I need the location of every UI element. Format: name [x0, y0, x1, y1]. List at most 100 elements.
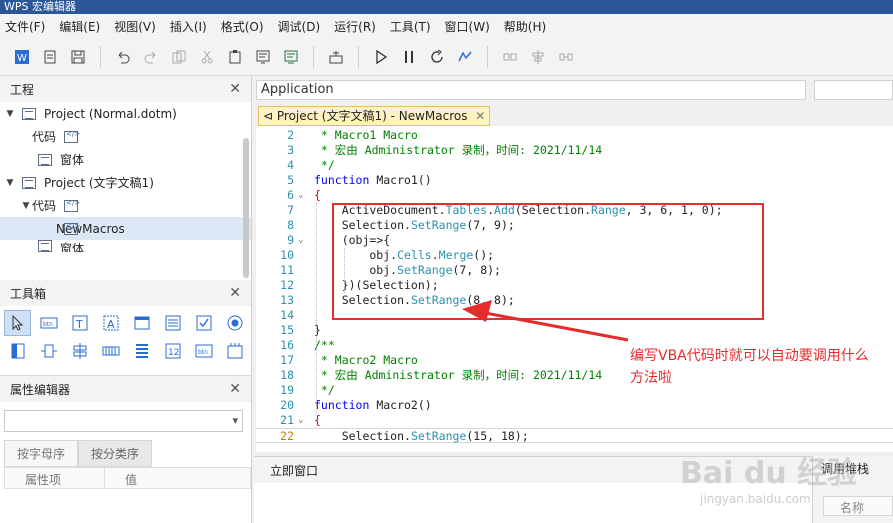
distribute-icon[interactable]	[556, 47, 576, 67]
menu-bar: 文件(F) 编辑(E) 视图(V) 插入(I) 格式(O) 调试(D) 运行(R…	[0, 14, 893, 38]
toggle-tool-icon[interactable]	[4, 338, 31, 364]
menu-view[interactable]: 视图(V)	[109, 18, 165, 35]
code-line[interactable]: 22 Selection.SetRange(15, 18);	[256, 428, 893, 443]
replace-icon[interactable]	[281, 47, 301, 67]
menu-edit[interactable]: 编辑(E)	[54, 18, 109, 35]
label-tool-icon[interactable]: T	[66, 310, 93, 336]
tree-item-label: 代码	[32, 199, 57, 213]
save-icon[interactable]	[68, 47, 88, 67]
insert-module-icon[interactable]	[40, 47, 60, 67]
align-icon[interactable]	[500, 47, 520, 67]
expand-arrow-icon[interactable]: ▼	[4, 178, 16, 188]
checkbox-tool-icon[interactable]	[190, 310, 217, 336]
redo-icon[interactable]	[141, 47, 161, 67]
code-line[interactable]: 21 ⌄ {	[256, 413, 893, 428]
line-number: 10	[280, 248, 294, 262]
menu-file[interactable]: 文件(F)	[0, 18, 54, 35]
code-line[interactable]: 4 */	[256, 158, 893, 173]
textbox-tool-icon[interactable]: A	[97, 310, 124, 336]
line-number: 22	[280, 429, 294, 443]
svg-text:btn: btn	[43, 321, 53, 328]
combobox-tool-icon[interactable]	[159, 310, 186, 336]
properties-table-header: 属性项 值	[4, 467, 251, 489]
pointer-tool-icon[interactable]	[4, 310, 31, 336]
tab-alphabetic[interactable]: 按字母序	[4, 440, 79, 467]
tree-item-form[interactable]: 窗体	[0, 148, 251, 171]
expand-arrow-icon[interactable]: ▼	[20, 201, 32, 211]
code-line[interactable]: 3 * 宏由 Administrator 录制，时间: 2021/11/14	[256, 143, 893, 158]
fold-toggle-icon[interactable]: ⌄	[298, 413, 303, 428]
tree-scrollbar[interactable]	[243, 138, 249, 278]
spinbutton-tool-icon[interactable]	[66, 338, 93, 364]
line-number: 20	[280, 398, 294, 412]
center-icon[interactable]	[528, 47, 548, 67]
code-line[interactable]: 2 * Macro1 Macro	[256, 128, 893, 143]
code-text: * Macro2 Macro	[314, 353, 418, 367]
scrollbar-tool-icon[interactable]	[35, 338, 62, 364]
paste-icon[interactable]	[225, 47, 245, 67]
line-number: 7	[287, 203, 294, 217]
close-icon[interactable]: ✕	[229, 81, 241, 97]
menu-tools[interactable]: 工具(T)	[385, 18, 440, 35]
toolbar-separator	[358, 45, 359, 68]
tabstrip-tool-icon[interactable]: 12	[159, 338, 186, 364]
menu-run[interactable]: 运行(R)	[329, 18, 385, 35]
tree-item-form[interactable]: 窗体	[0, 240, 251, 252]
fold-toggle-icon[interactable]: ⌄	[298, 188, 303, 203]
close-icon[interactable]: ✕	[475, 109, 485, 123]
command-button-tool-icon[interactable]: btn	[190, 338, 217, 364]
menu-debug[interactable]: 调试(D)	[273, 18, 330, 35]
line-number: 14	[280, 308, 294, 322]
fold-toggle-icon[interactable]: ⌄	[298, 233, 303, 248]
menu-insert[interactable]: 插入(I)	[165, 18, 216, 35]
listbox-tool-icon[interactable]	[128, 338, 155, 364]
tree-item-project-doc1[interactable]: ▼ Project (文字文稿1)	[0, 171, 251, 194]
pause-icon[interactable]	[399, 47, 419, 67]
code-text: /**	[314, 338, 335, 352]
tab-newmacros[interactable]: ⊲ Project (文字文稿1) - NewMacros ✕	[258, 106, 491, 126]
line-number: 8	[287, 218, 294, 232]
tree-item-code[interactable]: 代码	[0, 125, 251, 148]
code-line[interactable]: 5 function Macro1()	[256, 173, 893, 188]
title-bar: WPS 宏编辑器	[0, 0, 893, 14]
tree-item-project-normal[interactable]: ▼ Project (Normal.dotm)	[0, 102, 251, 125]
run-icon[interactable]	[371, 47, 391, 67]
menu-window[interactable]: 窗口(W)	[440, 18, 499, 35]
button-tool-icon[interactable]: btn	[35, 310, 62, 336]
expand-arrow-icon[interactable]: ▼	[4, 109, 16, 119]
pin-icon: ⊲	[263, 109, 274, 123]
menu-format[interactable]: 格式(O)	[216, 18, 273, 35]
line-number: 12	[280, 278, 294, 292]
object-combobox[interactable]: Application	[256, 80, 806, 100]
code-text: * 宏由 Administrator 录制，时间: 2021/11/14	[314, 368, 603, 382]
line-number: 21	[280, 413, 294, 427]
object-select[interactable]	[4, 410, 243, 432]
close-icon[interactable]: ✕	[229, 381, 241, 397]
code-line[interactable]: 15}	[256, 323, 893, 338]
tree-item-code[interactable]: ▼ 代码	[0, 194, 251, 217]
toolbar-separator	[313, 45, 314, 68]
tab-categorized[interactable]: 按分类序	[78, 440, 153, 467]
design-mode-icon[interactable]	[455, 47, 475, 67]
wps-document-icon[interactable]: W	[12, 47, 32, 67]
project-icon	[22, 107, 36, 120]
object-browser-icon[interactable]	[326, 47, 346, 67]
menu-help[interactable]: 帮助(H)	[499, 18, 555, 35]
reset-icon[interactable]	[427, 47, 447, 67]
cut-icon[interactable]	[197, 47, 217, 67]
find-icon[interactable]	[253, 47, 273, 67]
radio-tool-icon[interactable]	[221, 310, 248, 336]
code-line[interactable]: 20 function Macro2()	[256, 398, 893, 413]
project-panel-title: 工程	[10, 82, 35, 97]
tree-item-newmacros[interactable]: NewMacros	[0, 217, 251, 240]
multipage-tool-icon[interactable]	[221, 338, 248, 364]
line-number: 18	[280, 368, 294, 382]
code-line[interactable]: 6 ⌄ {	[256, 188, 893, 203]
close-icon[interactable]: ✕	[229, 285, 241, 301]
copy-icon[interactable]	[169, 47, 189, 67]
line-number: 19	[280, 383, 294, 397]
frame-tool-icon[interactable]	[128, 310, 155, 336]
procedure-combobox[interactable]	[814, 80, 893, 100]
progress-tool-icon[interactable]	[97, 338, 124, 364]
undo-icon[interactable]	[113, 47, 133, 67]
